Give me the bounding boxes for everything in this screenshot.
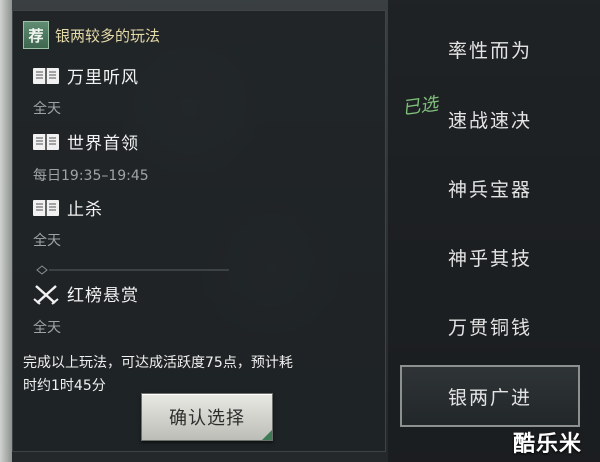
summary-text: 完成以上玩法，可达成活跃度75点，预计耗 时约1时45分 <box>23 352 383 398</box>
activity-name: 止杀 <box>67 200 103 220</box>
button-corner-decoration <box>262 430 272 440</box>
option-button[interactable]: 万贯铜钱 <box>400 295 580 357</box>
play-style-options-panel: 率性而为 速战速决 神兵宝器 神乎其技 万贯铜钱 银两广进 <box>388 0 600 462</box>
scroll-book-icon <box>33 67 59 84</box>
activity-item[interactable]: 红榜悬赏 <box>31 281 139 306</box>
option-button[interactable]: 率性而为 <box>400 18 580 80</box>
option-button[interactable]: 神乎其技 <box>400 226 580 288</box>
option-label: 万贯铜钱 <box>447 316 532 339</box>
option-label: 神兵宝器 <box>447 178 532 201</box>
option-button-selected[interactable]: 银两广进 <box>400 365 580 427</box>
option-label: 率性而为 <box>447 39 532 62</box>
confirm-button-label: 确认选择 <box>169 408 245 429</box>
activity-name: 红榜悬赏 <box>67 286 139 306</box>
crossed-swords-icon <box>33 284 59 305</box>
option-label: 速战速决 <box>447 109 532 132</box>
option-button[interactable]: 神兵宝器 <box>400 157 580 219</box>
option-label: 银两广进 <box>447 386 532 409</box>
activity-item[interactable]: 世界首领 <box>31 129 139 154</box>
activity-item[interactable]: 万里听风 <box>31 63 139 88</box>
recommended-activities-panel: 荐 银两较多的玩法 万里听风 全天 世界首领 每日19:35–19:45 止杀 … <box>12 10 386 452</box>
recommend-badge: 荐 <box>23 21 49 49</box>
activity-item[interactable]: 止杀 <box>31 195 103 220</box>
activity-time: 全天 <box>33 101 61 117</box>
activity-name: 万里听风 <box>67 68 139 88</box>
left-edge-scenery <box>0 0 12 462</box>
watermark: 酷乐米 <box>513 432 583 457</box>
scroll-book-icon <box>33 199 59 216</box>
scroll-book-icon <box>33 133 59 150</box>
section-divider <box>36 265 229 275</box>
panel-header: 荐 银两较多的玩法 <box>23 19 160 51</box>
summary-line-1: 完成以上玩法，可达成活跃度75点，预计耗 <box>23 355 293 371</box>
chosen-mark: 已选 <box>400 93 440 120</box>
activity-name: 世界首领 <box>67 134 139 154</box>
activity-time: 每日19:35–19:45 <box>33 168 149 184</box>
confirm-selection-button[interactable]: 确认选择 <box>141 393 273 441</box>
panel-title: 银两较多的玩法 <box>55 26 161 45</box>
activity-time: 全天 <box>33 233 61 249</box>
option-label: 神乎其技 <box>447 247 532 270</box>
activity-time: 全天 <box>33 320 61 336</box>
